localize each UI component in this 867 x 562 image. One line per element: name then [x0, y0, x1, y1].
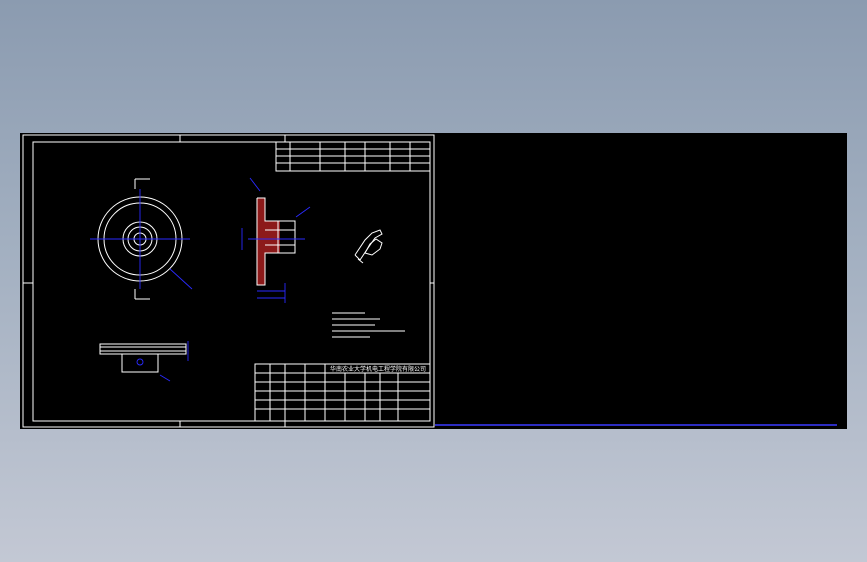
pulley-section-view [241, 177, 311, 303]
sheet-outer-border [22, 134, 435, 428]
title-block: 华南农业大学机电工程学院有限公司 [254, 363, 431, 422]
cad-viewport[interactable]: 华南农业大学机电工程学院有限公司 [20, 133, 847, 429]
pulley-front-view [90, 178, 193, 300]
isometric-preview [354, 229, 383, 264]
sheet-inner-border [32, 141, 431, 422]
technical-notes [332, 312, 405, 338]
zone-ticks [23, 135, 434, 427]
revision-table [275, 141, 431, 172]
drawing-canvas[interactable]: 华南农业大学机电工程学院有限公司 [20, 133, 847, 429]
title-block-company: 华南农业大学机电工程学院有限公司 [330, 365, 426, 373]
pulley-top-view [99, 341, 189, 382]
